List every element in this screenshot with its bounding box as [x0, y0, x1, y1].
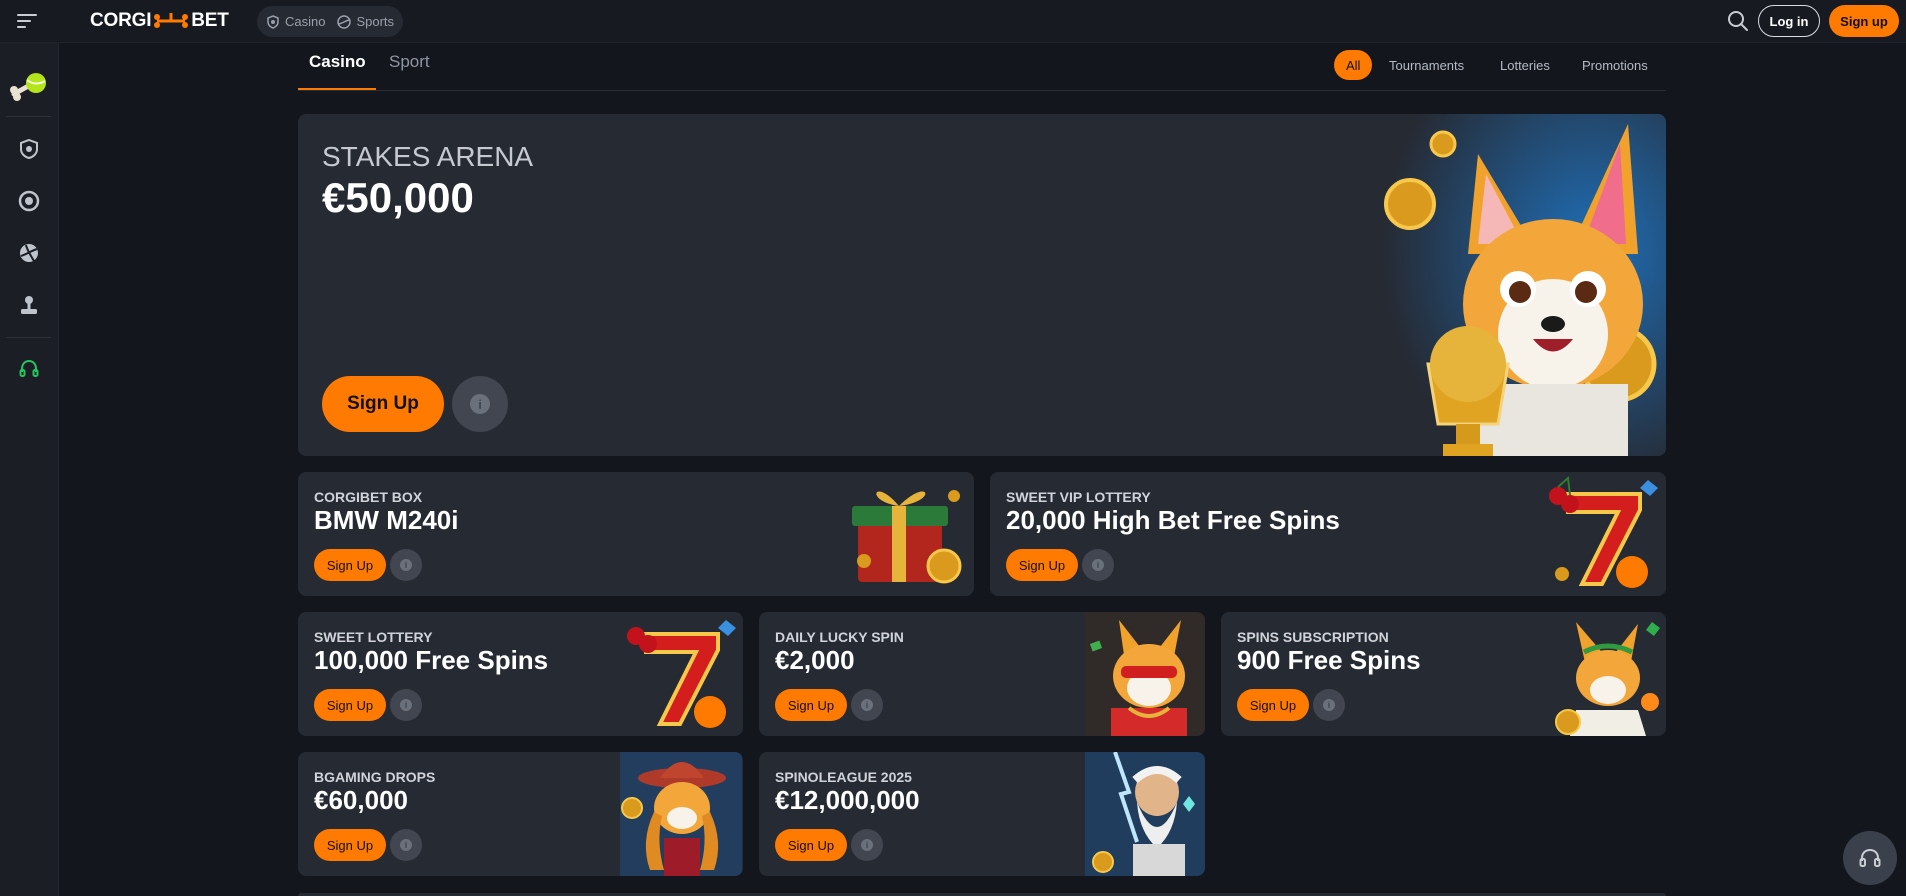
esports-joystick-icon[interactable]	[15, 291, 43, 319]
promo-card[interactable]: SWEET LOTTERY 100,000 Free Spins Sign Up…	[298, 612, 743, 736]
promo-subtitle: SPINOLEAGUE 2025	[775, 769, 912, 785]
product-switcher: Casino Sports	[257, 6, 404, 37]
promo-title: 900 Free Spins	[1237, 645, 1421, 675]
promo-subtitle: CORGIBET BOX	[314, 489, 423, 505]
corgi-toga-illustration	[1555, 622, 1660, 736]
hero-title: €50,000	[322, 174, 474, 221]
logo-text-left: CORGI	[90, 10, 152, 31]
headphones-icon	[1859, 848, 1881, 867]
promo-title: BMW M240i	[314, 505, 459, 535]
promo-card[interactable]: DAILY LUCKY SPIN €2,000 Sign Up i	[759, 612, 1205, 736]
corgi-sunglasses-illustration	[1085, 612, 1205, 736]
nav-casino-label: Casino	[285, 14, 326, 29]
promo-subtitle: BGAMING DROPS	[314, 769, 436, 785]
promo-bone-ball-icon[interactable]	[8, 68, 48, 108]
promo-title: €60,000	[314, 785, 408, 815]
promo-info-button[interactable]: i	[390, 829, 422, 861]
zeus-illustration	[1085, 752, 1205, 876]
lucky-seven-illustration	[627, 620, 736, 728]
hero-subtitle: STAKES ARENA	[322, 141, 534, 172]
promo-title: 100,000 Free Spins	[314, 645, 549, 675]
promo-card[interactable]: CORGIBET BOX BMW M240i Sign Up i	[298, 472, 974, 596]
nav-sports-label: Sports	[356, 14, 395, 29]
promo-subtitle: SPINS SUBSCRIPTION	[1237, 629, 1389, 645]
sidebar-divider	[6, 116, 51, 117]
promo-subtitle: DAILY LUCKY SPIN	[775, 629, 904, 645]
filter-all[interactable]: All	[1334, 50, 1373, 80]
hero-signup-button[interactable]: Sign Up	[322, 376, 444, 432]
logo[interactable]: CORGI BET	[90, 9, 229, 33]
promo-card[interactable]: SPINS SUBSCRIPTION 900 Free Spins Sign U…	[1221, 612, 1666, 736]
promo-signup-button[interactable]: Sign Up	[314, 689, 386, 721]
promo-signup-button[interactable]: Sign Up	[314, 549, 386, 581]
info-icon: i	[400, 839, 412, 851]
promo-info-button[interactable]: i	[390, 689, 422, 721]
nav-sports[interactable]: Sports	[337, 14, 394, 29]
promo-title: €2,000	[775, 645, 855, 675]
promo-info-button[interactable]: i	[1313, 689, 1345, 721]
sidebar-divider	[6, 337, 51, 338]
promo-signup-button[interactable]: Sign Up	[1237, 689, 1309, 721]
lucky-seven-illustration	[1549, 475, 1658, 588]
promo-signup-button[interactable]: Sign Up	[775, 689, 847, 721]
filter-promotions[interactable]: Promotions	[1582, 50, 1648, 80]
login-button[interactable]: Log in	[1758, 5, 1820, 37]
tab-sport[interactable]: Sport	[389, 52, 430, 72]
promo-signup-button[interactable]: Sign Up	[1006, 549, 1078, 581]
info-icon: i	[470, 394, 490, 414]
promo-info-button[interactable]: i	[851, 689, 883, 721]
search-icon[interactable]	[1727, 10, 1749, 32]
support-headphones-icon[interactable]	[15, 355, 43, 383]
promo-subtitle: SWEET VIP LOTTERY	[1006, 489, 1151, 505]
active-tab-indicator	[298, 88, 376, 90]
ball-icon	[337, 14, 352, 29]
sports-ball-icon[interactable]	[15, 239, 43, 267]
promo-signup-button[interactable]: Sign Up	[775, 829, 847, 861]
live-casino-icon[interactable]	[15, 187, 43, 215]
promo-signup-button[interactable]: Sign Up	[314, 829, 386, 861]
casino-shield-icon	[267, 14, 279, 29]
gift-box-illustration	[852, 490, 962, 584]
sidebar	[0, 43, 59, 896]
filter-lotteries[interactable]: Lotteries	[1500, 50, 1550, 80]
promo-title: 20,000 High Bet Free Spins	[1006, 505, 1340, 535]
promo-card[interactable]: SWEET VIP LOTTERY 20,000 High Bet Free S…	[990, 472, 1666, 596]
promo-subtitle: SWEET LOTTERY	[314, 629, 433, 645]
promo-info-button[interactable]: i	[390, 549, 422, 581]
top-bar: CORGI BET Casino Sports Log in Sign up	[0, 0, 1906, 43]
info-icon: i	[400, 699, 412, 711]
info-icon: i	[400, 559, 412, 571]
tab-casino[interactable]: Casino	[309, 52, 366, 72]
info-icon: i	[1092, 559, 1104, 571]
filter-tournaments[interactable]: Tournaments	[1389, 50, 1464, 80]
cowgirl-corgi-illustration	[620, 752, 742, 876]
hero-info-button[interactable]: i	[452, 376, 508, 432]
promo-title: €12,000,000	[775, 785, 920, 815]
hero-tournament-card[interactable]: STAKES ARENA €50,000 Sign Up i	[298, 114, 1666, 456]
bone-icon	[154, 13, 189, 28]
corgi-trophy-illustration	[1368, 114, 1666, 456]
info-icon: i	[861, 699, 873, 711]
promo-info-button[interactable]: i	[851, 829, 883, 861]
promo-info-button[interactable]: i	[1082, 549, 1114, 581]
menu-icon[interactable]	[17, 12, 39, 30]
info-icon: i	[861, 839, 873, 851]
promo-card[interactable]: BGAMING DROPS €60,000 Sign Up i	[298, 752, 743, 876]
logo-text-right: BET	[191, 10, 229, 31]
support-chat-button[interactable]	[1843, 831, 1897, 885]
casino-shield-icon[interactable]	[15, 135, 43, 163]
tabs-bar: Casino Sport All Tournaments Lotteries P…	[298, 43, 1666, 91]
nav-casino[interactable]: Casino	[266, 14, 325, 29]
signup-button[interactable]: Sign up	[1829, 5, 1899, 37]
promo-card[interactable]: SPINOLEAGUE 2025 €12,000,000 Sign Up i	[759, 752, 1205, 876]
info-icon: i	[1323, 699, 1335, 711]
